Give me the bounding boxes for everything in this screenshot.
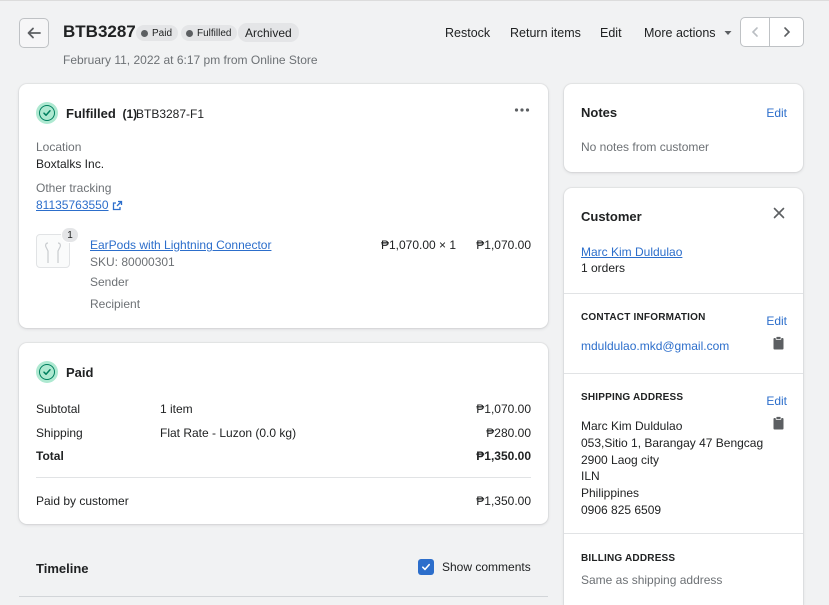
close-button[interactable] [773, 207, 785, 222]
fulfilled-badge: Fulfilled [181, 25, 238, 41]
shipping-amount: ₱280.00 [486, 426, 531, 440]
fulfilled-check-icon [36, 102, 58, 124]
contact-divider [564, 373, 803, 374]
total-amount: ₱1,350.00 [476, 449, 531, 463]
quantity-badge: 1 [61, 227, 79, 243]
show-comments-toggle[interactable]: Show comments [418, 559, 531, 575]
restock-button[interactable]: Restock [445, 26, 490, 40]
billing-text: Same as shipping address [581, 573, 723, 587]
address-line: Philippines [581, 486, 640, 501]
location-label: Location [36, 140, 82, 154]
total-label: Total [36, 449, 64, 463]
address-line: ILN [581, 469, 600, 484]
arrow-left-icon [27, 27, 41, 39]
timeline-title: Timeline [36, 561, 89, 576]
ellipsis-icon [514, 108, 530, 112]
timeline-divider [19, 596, 548, 597]
contact-edit-link[interactable]: Edit [766, 314, 787, 328]
more-options-button[interactable] [514, 104, 530, 119]
sender-label: Sender [90, 275, 129, 289]
address-line: 2900 Laog city [581, 452, 660, 467]
billing-heading: BILLING ADDRESS [581, 553, 676, 564]
paid-by-amount: ₱1,350.00 [476, 494, 531, 508]
more-actions-button[interactable]: More actions [644, 26, 733, 40]
paid-card: Paid Subtotal 1 item ₱1,070.00 Shipping … [19, 343, 548, 524]
customer-title: Customer [581, 209, 642, 224]
chevron-right-icon [783, 27, 790, 37]
notes-title: Notes [581, 105, 618, 120]
paid-by-label: Paid by customer [36, 494, 129, 508]
product-link[interactable]: EarPods with Lightning Connector [90, 238, 271, 252]
caret-down-icon [724, 31, 732, 35]
product-sku: SKU: 80000301 [90, 255, 175, 269]
notes-edit-link[interactable]: Edit [766, 106, 787, 120]
shipping-desc: Flat Rate - Luzon (0.0 kg) [160, 426, 297, 440]
location-value: Boxtalks Inc. [36, 157, 105, 171]
close-icon [773, 207, 785, 219]
clipboard-icon [773, 336, 784, 350]
tracking-label: Other tracking [36, 181, 112, 195]
paid-divider [36, 477, 531, 478]
contact-heading: CONTACT INFORMATION [581, 312, 706, 323]
previous-order-button[interactable] [740, 17, 770, 47]
notes-card: Notes Edit No notes from customer [564, 84, 803, 172]
shipping-heading: SHIPPING ADDRESS [581, 392, 684, 403]
address-line: 053,Sitio 1, Barangay 47 Bengcag [581, 435, 764, 450]
customer-name-link[interactable]: Marc Kim Duldulao [581, 245, 682, 259]
subtotal-label: Subtotal [36, 402, 81, 416]
unit-price: ₱1,070.00 × 1 [381, 238, 457, 252]
address-line: 0906 825 6509 [581, 502, 662, 517]
fulfillment-id: BTB3287-F1 [136, 107, 205, 121]
customer-orders: 1 orders [581, 261, 626, 275]
clipboard-icon [773, 416, 784, 430]
notes-text: No notes from customer [581, 140, 710, 154]
shipping-address: Marc Kim Duldulao 053,Sitio 1, Barangay … [581, 418, 763, 519]
fulfilled-card: Fulfilled (1) BTB3287-F1 Location Boxtal… [19, 84, 548, 328]
external-link-icon [112, 200, 122, 210]
show-comments-checkbox[interactable] [418, 559, 434, 575]
order-title: BTB3287 [63, 22, 136, 41]
customer-card: Customer Marc Kim Duldulao 1 orders CONT… [564, 188, 803, 605]
archived-badge: Archived [238, 23, 299, 42]
copy-address-button[interactable] [773, 416, 784, 433]
paid-check-icon [36, 361, 58, 383]
return-items-button[interactable]: Return items [510, 26, 581, 40]
fulfilled-title: Fulfilled (1) [66, 106, 138, 121]
shipping-label: Shipping [36, 426, 83, 440]
next-order-button[interactable] [769, 17, 804, 47]
recipient-label: Recipient [90, 297, 141, 311]
tracking-link[interactable]: 81135763550 [36, 198, 123, 212]
subtotal-amount: ₱1,070.00 [476, 402, 531, 416]
subtotal-desc: 1 item [160, 402, 193, 416]
address-line: Marc Kim Duldulao [581, 419, 683, 433]
checkmark-icon [422, 563, 430, 571]
badge-dot-icon [141, 29, 148, 37]
order-subtitle: February 11, 2022 at 6:17 pm from Online… [63, 53, 318, 67]
back-button[interactable] [19, 18, 49, 48]
shipping-edit-link[interactable]: Edit [766, 394, 787, 408]
paid-title: Paid [66, 365, 94, 380]
edit-button[interactable]: Edit [600, 26, 622, 40]
chevron-left-icon [751, 27, 758, 37]
customer-email[interactable]: mduldulao.mkd@gmail.com [581, 339, 729, 353]
shipping-divider [564, 533, 803, 534]
paid-badge: Paid [136, 25, 179, 41]
badge-dot-icon [186, 29, 193, 37]
customer-divider [564, 293, 803, 294]
line-total: ₱1,070.00 [476, 238, 531, 252]
copy-email-button[interactable] [773, 336, 784, 353]
top-border [0, 0, 829, 1]
